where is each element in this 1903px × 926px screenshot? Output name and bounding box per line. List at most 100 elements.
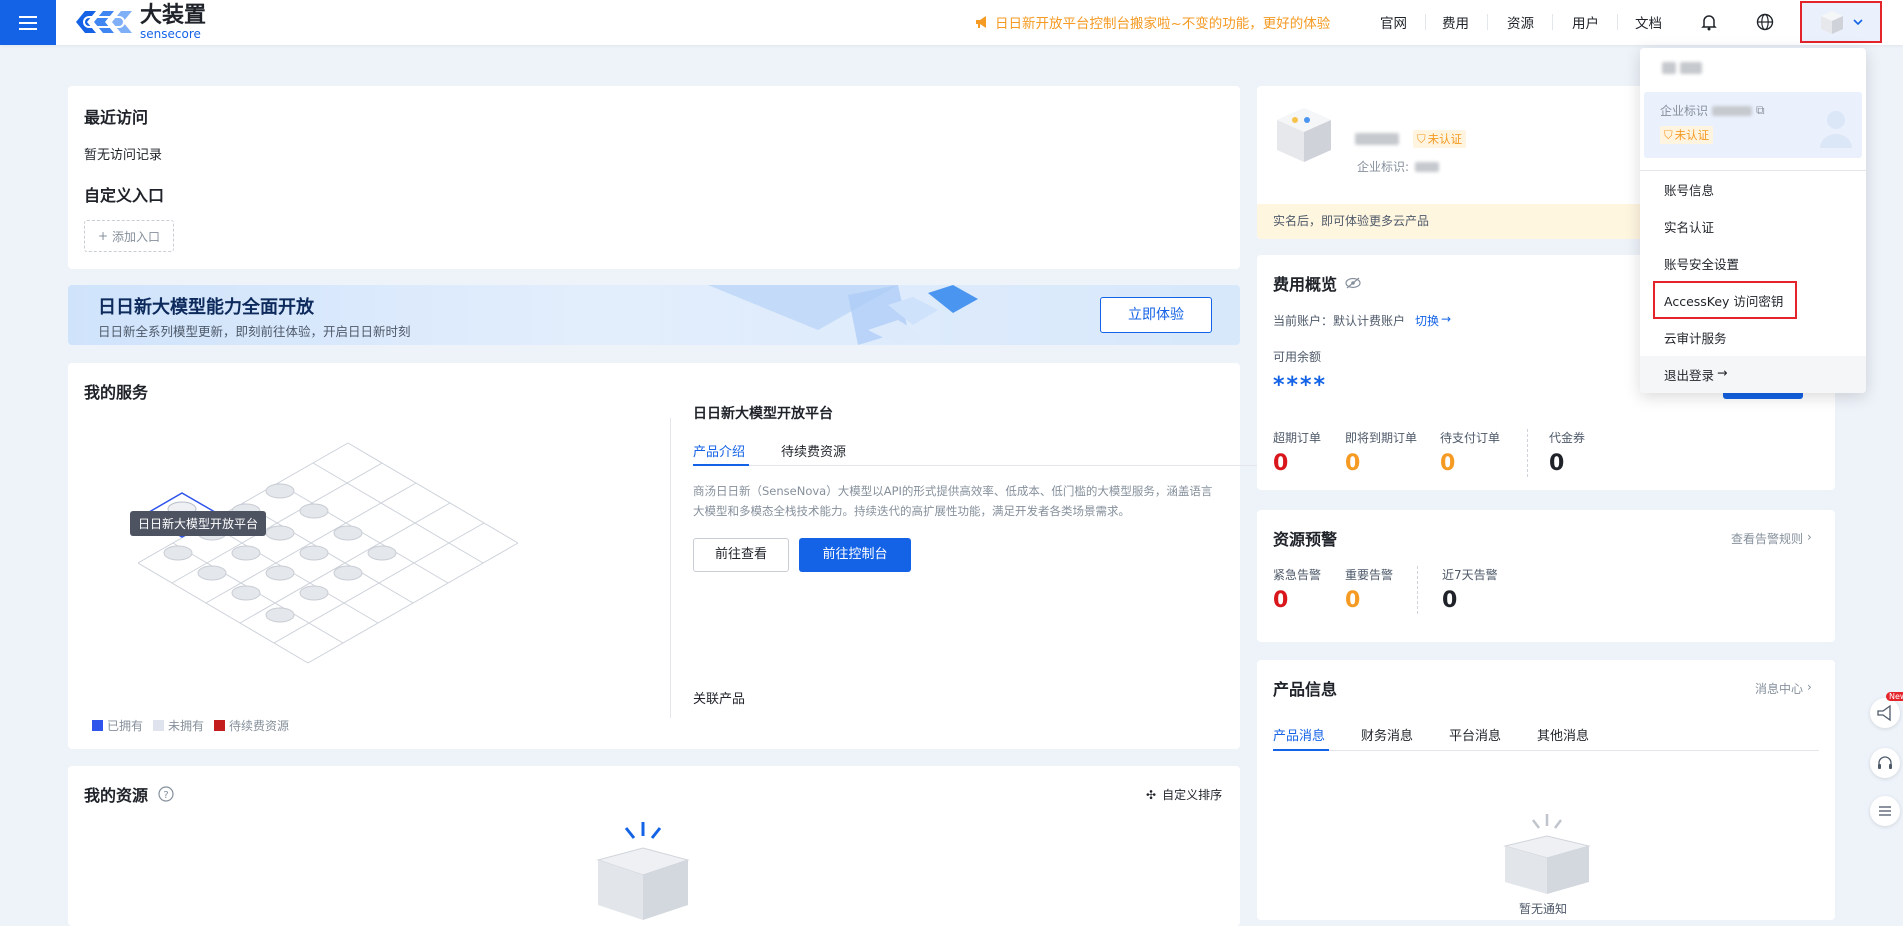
empty-notification-illustration bbox=[1503, 814, 1591, 894]
nav-resources[interactable]: 资源 bbox=[1507, 12, 1534, 32]
active-tab-indicator bbox=[1273, 749, 1329, 751]
move-icon: ✣ bbox=[1146, 787, 1157, 802]
brand-logo[interactable]: 大装置 sensecore bbox=[74, 3, 214, 41]
enterprise-label: 企业标识 bbox=[1660, 104, 1709, 118]
arrow-right-icon: → bbox=[1441, 312, 1452, 326]
menu-cloud-audit[interactable]: 云审计服务 bbox=[1664, 328, 1727, 347]
alert-important-label: 重要告警 bbox=[1345, 568, 1394, 582]
nav-divider bbox=[1552, 14, 1553, 30]
tab-other-messages[interactable]: 其他消息 bbox=[1537, 725, 1589, 744]
brand-sub: sensecore bbox=[140, 26, 201, 41]
help-question-icon[interactable]: ? bbox=[158, 786, 174, 802]
hamburger-menu-button[interactable] bbox=[0, 0, 56, 45]
language-globe-icon[interactable] bbox=[1751, 8, 1779, 36]
nav-divider bbox=[1617, 14, 1618, 30]
my-services-title: 我的服务 bbox=[84, 383, 149, 402]
dropdown-enterprise-panel: 企业标识 ⧉ ⛉ 未认证 bbox=[1644, 92, 1862, 158]
tab-platform-messages[interactable]: 平台消息 bbox=[1449, 725, 1501, 744]
stat-expiring-value[interactable]: 0 bbox=[1345, 451, 1360, 476]
empty-notification-text: 暂无通知 bbox=[1519, 902, 1568, 916]
alert-7day-value[interactable]: 0 bbox=[1442, 588, 1457, 613]
shield-icon: ⛉ bbox=[1417, 131, 1426, 146]
menu-line-icon bbox=[19, 21, 37, 24]
nav-users[interactable]: 用户 bbox=[1572, 12, 1599, 32]
user-avatar-menu[interactable] bbox=[1800, 1, 1882, 43]
dropdown-unverified-badge[interactable]: ⛉ 未认证 bbox=[1660, 126, 1714, 144]
tab-divider bbox=[693, 465, 1293, 466]
my-services-card: 我的服务 日日新大模型开放平台 已拥有 未拥有 待续费资源 日日新大模型开放平台… bbox=[68, 363, 1293, 749]
legend-swatch bbox=[153, 720, 165, 731]
tab-product-intro[interactable]: 产品介绍 bbox=[693, 441, 745, 460]
copy-icon[interactable]: ⧉ bbox=[1756, 103, 1765, 118]
billing-header: 费用概览 bbox=[1273, 271, 1361, 295]
user-dropdown-menu: 企业标识 ⧉ ⛉ 未认证 账号信息 实名认证 账号安全设置 AccessKey 访… bbox=[1640, 48, 1866, 393]
dropdown-username bbox=[1662, 62, 1702, 74]
alert-rules-link[interactable]: 查看告警规则 › bbox=[1731, 530, 1812, 547]
unverified-label: 未认证 bbox=[1427, 132, 1463, 146]
menu-account-info[interactable]: 账号信息 bbox=[1664, 180, 1714, 199]
announcement-banner[interactable]: 日日新开放平台控制台搬家啦~不变的功能，更好的体验 bbox=[975, 12, 1330, 32]
switch-account-link[interactable]: 切换 → bbox=[1415, 312, 1451, 329]
menu-real-name-verification[interactable]: 实名认证 bbox=[1664, 217, 1714, 236]
megaphone-icon bbox=[976, 16, 986, 28]
chevron-right-icon: › bbox=[1807, 680, 1812, 694]
message-center-link[interactable]: 消息中心 › bbox=[1755, 680, 1812, 697]
view-button[interactable]: 前往查看 bbox=[693, 538, 789, 572]
tab-product-messages[interactable]: 产品消息 bbox=[1273, 725, 1325, 744]
redacted-enterprise-id bbox=[1415, 161, 1440, 172]
alert-divider bbox=[1417, 566, 1419, 614]
shield-icon: ⛉ bbox=[1664, 127, 1673, 142]
tab-pending-renewal[interactable]: 待续费资源 bbox=[781, 441, 846, 460]
banner-title: 日日新大模型能力全面开放 bbox=[98, 297, 314, 318]
stat-unpaid-value[interactable]: 0 bbox=[1440, 451, 1455, 476]
stat-expiring-label: 即将到期订单 bbox=[1345, 431, 1418, 445]
alert-rules-label: 查看告警规则 bbox=[1731, 532, 1804, 546]
message-center-label: 消息中心 bbox=[1755, 682, 1804, 696]
stat-voucher-value[interactable]: 0 bbox=[1549, 451, 1564, 476]
custom-sort-label: 自定义排序 bbox=[1162, 788, 1223, 802]
support-float-button[interactable] bbox=[1870, 748, 1900, 778]
notification-bell-icon[interactable] bbox=[1695, 8, 1723, 36]
stat-overdue-value[interactable]: 0 bbox=[1273, 451, 1288, 476]
enterprise-id-row: 企业标识: bbox=[1357, 158, 1440, 175]
tab-finance-messages[interactable]: 财务消息 bbox=[1361, 725, 1413, 744]
alert-important-value[interactable]: 0 bbox=[1345, 588, 1360, 613]
new-badge: New bbox=[1886, 692, 1903, 701]
headset-icon bbox=[1878, 756, 1892, 769]
unverified-badge[interactable]: ⛉ 未认证 bbox=[1413, 130, 1467, 148]
avatar-cube-icon bbox=[1821, 11, 1843, 34]
account-name-row: ⛉ 未认证 bbox=[1355, 130, 1467, 148]
announcement-float-button[interactable]: New bbox=[1870, 692, 1903, 728]
legend-swatch bbox=[214, 720, 226, 731]
chevron-down-icon bbox=[1853, 19, 1863, 26]
nav-official-site[interactable]: 官网 bbox=[1380, 12, 1407, 32]
add-entry-button[interactable]: + 添加入口 bbox=[84, 220, 174, 252]
top-bar: 大装置 sensecore 日日新开放平台控制台搬家啦~不变的功能，更好的体验 … bbox=[0, 0, 1903, 45]
menu-accesskey[interactable]: AccessKey 访问密钥 bbox=[1664, 291, 1783, 310]
empty-box-illustration bbox=[596, 822, 690, 920]
try-now-button[interactable]: 立即体验 bbox=[1100, 297, 1212, 333]
chevron-right-icon: › bbox=[1807, 530, 1812, 544]
arrow-right-icon: → bbox=[1717, 365, 1728, 380]
announcement-text: 日日新开放平台控制台搬家啦~不变的功能，更好的体验 bbox=[995, 16, 1331, 32]
nav-docs[interactable]: 文档 bbox=[1635, 12, 1662, 32]
menu-account-security[interactable]: 账号安全设置 bbox=[1664, 254, 1739, 273]
alert-7day-label: 近7天告警 bbox=[1442, 568, 1498, 582]
custom-sort-button[interactable]: ✣ 自定义排序 bbox=[1146, 786, 1222, 803]
service-tooltip: 日日新大模型开放平台 bbox=[130, 511, 267, 536]
stat-voucher-label: 代金券 bbox=[1549, 431, 1586, 445]
logout-button[interactable]: 退出登录 → bbox=[1664, 365, 1728, 384]
redacted-enterprise-id bbox=[1712, 105, 1753, 116]
megaphone-icon bbox=[1877, 704, 1891, 722]
eye-off-icon[interactable] bbox=[1345, 277, 1361, 289]
list-float-button[interactable] bbox=[1870, 796, 1900, 826]
nav-billing[interactable]: 费用 bbox=[1442, 12, 1469, 32]
billing-title: 费用概览 bbox=[1273, 275, 1338, 294]
svg-text:?: ? bbox=[163, 790, 168, 801]
active-tab-indicator bbox=[693, 464, 749, 466]
current-account-row: 当前账户：默认计费账户 切换 → bbox=[1273, 312, 1451, 329]
go-to-console-button[interactable]: 前往控制台 bbox=[799, 538, 911, 572]
alert-urgent-value[interactable]: 0 bbox=[1273, 588, 1288, 613]
menu-line-icon bbox=[19, 15, 37, 18]
stat-overdue-label: 超期订单 bbox=[1273, 431, 1322, 445]
